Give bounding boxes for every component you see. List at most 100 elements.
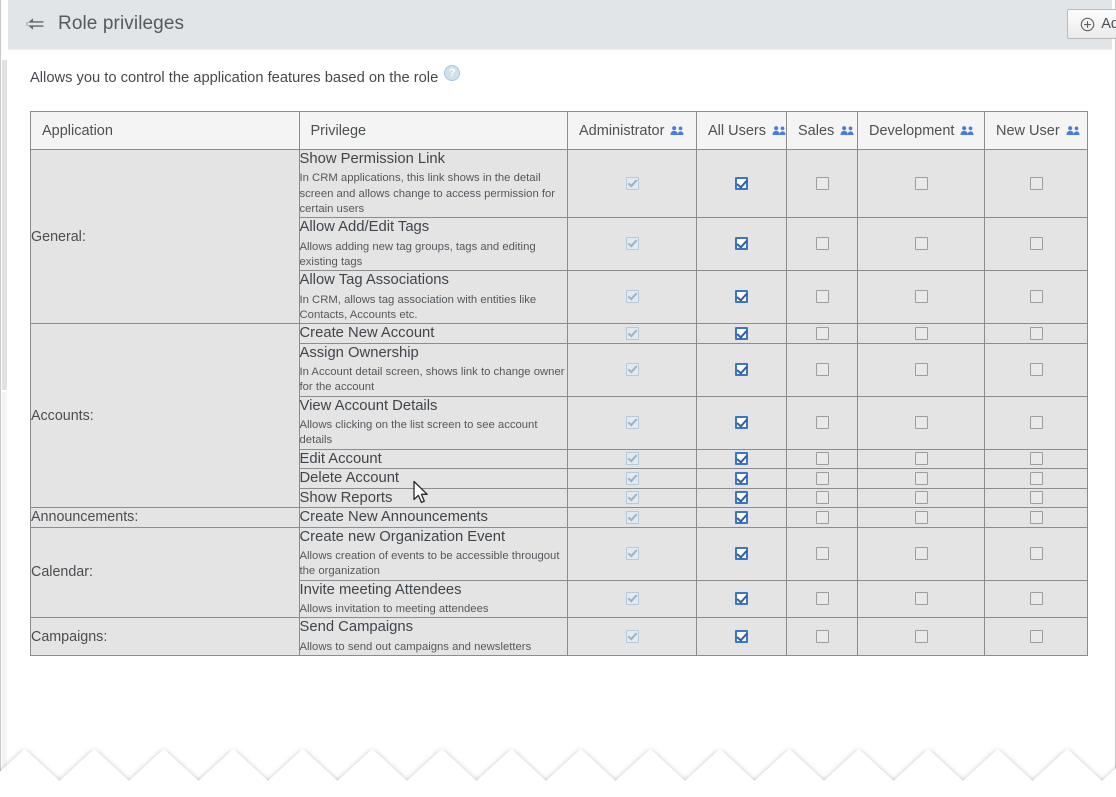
checkbox-cell[interactable] [984,448,1088,470]
checkbox-cell[interactable] [696,487,787,509]
question-mark-icon[interactable]: ? [444,65,461,81]
checkbox-cell[interactable] [696,395,787,450]
checkbox-cell[interactable] [857,487,985,509]
checkbox-development[interactable] [914,290,928,304]
checkbox-cell[interactable] [984,395,1088,450]
checkbox-new-user[interactable] [1029,362,1043,376]
checkbox-cell[interactable] [786,526,858,581]
checkbox-cell[interactable] [567,526,697,581]
checkbox-new-user[interactable] [1029,237,1043,251]
checkbox-all-users[interactable] [735,471,748,485]
checkbox-cell[interactable] [696,468,787,489]
checkbox-cell[interactable] [857,270,985,325]
checkbox-cell[interactable] [857,468,985,489]
checkbox-cell[interactable] [567,507,697,528]
checkbox-cell[interactable] [786,270,858,325]
checkbox-sales[interactable] [815,415,829,429]
checkbox-new-user[interactable] [1029,415,1043,429]
checkbox-cell[interactable] [857,323,985,344]
checkbox-development[interactable] [914,176,928,190]
column-header-privilege[interactable]: Privilege [298,111,568,150]
checkbox-cell[interactable] [984,526,1088,581]
checkbox-sales[interactable] [815,491,829,505]
checkbox-cell[interactable] [567,468,697,489]
checkbox-cell[interactable] [696,323,787,344]
checkbox-cell[interactable] [696,148,787,219]
column-header-application[interactable]: Application [30,111,300,150]
checkbox-cell[interactable] [567,448,697,470]
checkbox-cell[interactable] [984,487,1088,509]
checkbox-cell[interactable] [567,148,697,219]
checkbox-new-user[interactable] [1029,176,1043,190]
checkbox-cell[interactable] [857,148,985,219]
checkbox-development[interactable] [914,629,928,643]
checkbox-cell[interactable] [786,617,858,657]
checkbox-cell[interactable] [567,579,697,619]
checkbox-cell[interactable] [567,395,697,450]
checkbox-new-user[interactable] [1029,629,1043,643]
checkbox-all-users[interactable] [735,362,748,376]
checkbox-cell[interactable] [984,148,1088,219]
checkbox-cell[interactable] [567,487,697,509]
checkbox-cell[interactable] [567,270,697,325]
checkbox-cell[interactable] [857,617,985,657]
checkbox-new-user[interactable] [1029,471,1043,485]
checkbox-cell[interactable] [567,217,697,272]
checkbox-development[interactable] [914,362,928,376]
checkbox-cell[interactable] [696,448,787,470]
checkbox-cell[interactable] [984,323,1088,344]
checkbox-cell[interactable] [567,617,697,657]
checkbox-sales[interactable] [815,471,829,485]
checkbox-development[interactable] [914,237,928,251]
checkbox-cell[interactable] [786,342,858,397]
checkbox-development[interactable] [914,452,928,466]
checkbox-new-user[interactable] [1029,546,1043,560]
checkbox-new-user[interactable] [1029,592,1043,606]
checkbox-cell[interactable] [857,507,985,528]
checkbox-cell[interactable] [696,617,787,657]
checkbox-all-users[interactable] [735,326,748,340]
checkbox-sales[interactable] [815,176,829,190]
checkbox-cell[interactable] [696,270,787,325]
checkbox-cell[interactable] [786,323,858,344]
checkbox-cell[interactable] [984,468,1088,489]
column-header-sales[interactable]: Sales [786,111,858,150]
checkbox-sales[interactable] [815,546,829,560]
checkbox-cell[interactable] [567,342,697,397]
checkbox-sales[interactable] [815,237,829,251]
checkbox-sales[interactable] [815,592,829,606]
checkbox-new-user[interactable] [1029,326,1043,340]
checkbox-sales[interactable] [815,290,829,304]
checkbox-cell[interactable] [984,342,1088,397]
checkbox-cell[interactable] [786,579,858,619]
checkbox-cell[interactable] [857,526,985,581]
checkbox-cell[interactable] [567,323,697,344]
column-header-administrator[interactable]: Administrator [567,111,697,150]
checkbox-cell[interactable] [984,617,1088,657]
checkbox-development[interactable] [914,491,928,505]
checkbox-all-users[interactable] [735,452,748,466]
page-scrollbar-track[interactable] [2,60,7,390]
checkbox-all-users[interactable] [735,629,748,643]
checkbox-development[interactable] [914,546,928,560]
checkbox-all-users[interactable] [735,176,748,190]
checkbox-cell[interactable] [984,507,1088,528]
checkbox-cell[interactable] [984,217,1088,272]
checkbox-cell[interactable] [857,448,985,470]
checkbox-development[interactable] [914,592,928,606]
checkbox-development[interactable] [914,415,928,429]
checkbox-cell[interactable] [984,270,1088,325]
checkbox-all-users[interactable] [735,237,748,251]
checkbox-sales[interactable] [815,629,829,643]
checkbox-cell[interactable] [696,507,787,528]
checkbox-new-user[interactable] [1029,290,1043,304]
checkbox-all-users[interactable] [735,491,748,505]
checkbox-cell[interactable] [857,342,985,397]
checkbox-all-users[interactable] [735,415,748,429]
checkbox-cell[interactable] [857,395,985,450]
checkbox-cell[interactable] [786,395,858,450]
add-button[interactable]: Add [1067,9,1116,39]
checkbox-cell[interactable] [984,579,1088,619]
back-button[interactable] [16,0,54,48]
checkbox-cell[interactable] [786,448,858,470]
